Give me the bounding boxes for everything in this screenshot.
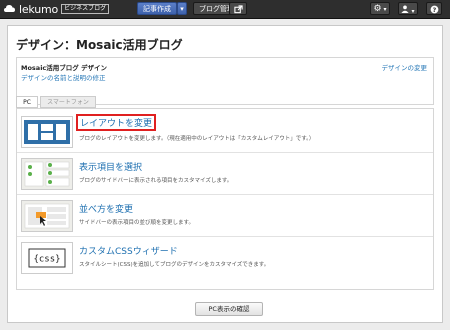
compose-label: 記事作成 (143, 5, 171, 13)
user-icon (401, 5, 410, 13)
help-icon: ? (430, 5, 438, 14)
option-row-layout[interactable]: レイアウトを変更 ブログのレイアウトを変更します。（現在適用中のレイアウトは「カ… (17, 111, 433, 153)
tab-smartphone[interactable]: スマートフォン (40, 96, 96, 108)
lekumo-logo-icon (4, 5, 15, 12)
change-layout-link[interactable]: レイアウトを変更 (76, 114, 157, 131)
settings-button[interactable]: ⚙ ▾ (370, 2, 390, 15)
svg-text:{css}: {css} (33, 255, 60, 265)
change-design-link[interactable]: デザインの変更 (382, 62, 428, 72)
compose-button[interactable]: 記事作成 (137, 2, 177, 15)
option-row-reorder[interactable]: 並べ方を変更 サイドバーの表示項目の並び順を変更します。 (17, 195, 433, 237)
option-row-display-items[interactable]: 表示項目を選択 ブログのサイドバーに表示される項目をカスタマイズします。 (17, 153, 433, 195)
gear-icon: ⚙ (373, 4, 382, 14)
page-title: デザイン：Mosaic活用ブログ (16, 38, 183, 52)
logo-badge: ビジネスブログ (61, 4, 110, 14)
custom-css-wizard-desc: スタイルシート(CSS)を追加してブログのデザインをカスタマイズできます。 (79, 262, 270, 268)
pc-preview-button[interactable]: PC表示の確認 (195, 302, 263, 316)
design-options-panel: レイアウトを変更 ブログのレイアウトを変更します。（現在適用中のレイアウトは「カ… (16, 108, 434, 290)
select-display-items-desc: ブログのサイドバーに表示される項目をカスタマイズします。 (79, 178, 233, 184)
tab-pc[interactable]: PC (16, 96, 38, 108)
chevron-down-icon: ▾ (383, 6, 387, 13)
lekumo-logo[interactable]: lekumo ビジネスブログ (4, 2, 110, 16)
help-button[interactable]: ? (426, 2, 442, 15)
chevron-down-icon: ▾ (180, 5, 184, 13)
compose-dropdown-button[interactable]: ▾ (177, 2, 187, 15)
edit-design-name-link[interactable]: デザインの名前と説明の修正 (21, 72, 106, 82)
logo-text: lekumo (19, 2, 59, 16)
change-order-desc: サイドバーの表示項目の並び順を変更します。 (79, 220, 194, 226)
layout-icon (21, 116, 73, 148)
external-link-icon (233, 5, 243, 14)
design-name: Mosaic活用ブログ デザイン (21, 64, 108, 72)
user-menu-button[interactable]: ▾ (398, 2, 418, 15)
main-content: デザイン：Mosaic活用ブログ Mosaic活用ブログ デザイン デザインの名… (7, 25, 443, 323)
external-link-button[interactable] (229, 2, 247, 15)
reorder-icon (21, 200, 73, 232)
display-items-icon (21, 158, 73, 190)
chevron-down-icon: ▾ (411, 8, 415, 15)
svg-text:?: ? (432, 7, 436, 14)
select-display-items-link[interactable]: 表示項目を選択 (79, 160, 142, 173)
change-layout-desc: ブログのレイアウトを変更します。（現在適用中のレイアウトは「カスタムレイアウト」… (79, 136, 315, 142)
top-toolbar: lekumo ビジネスブログ 記事作成 ▾ ブログ管理▾ ⚙▾ ▾ ? (0, 0, 450, 19)
custom-css-wizard-link[interactable]: カスタムCSSウィザード (79, 244, 178, 257)
change-order-link[interactable]: 並べ方を変更 (79, 202, 133, 215)
option-row-custom-css[interactable]: {css} カスタムCSSウィザード スタイルシート(CSS)を追加してブログの… (17, 237, 433, 279)
css-icon: {css} (21, 242, 73, 274)
